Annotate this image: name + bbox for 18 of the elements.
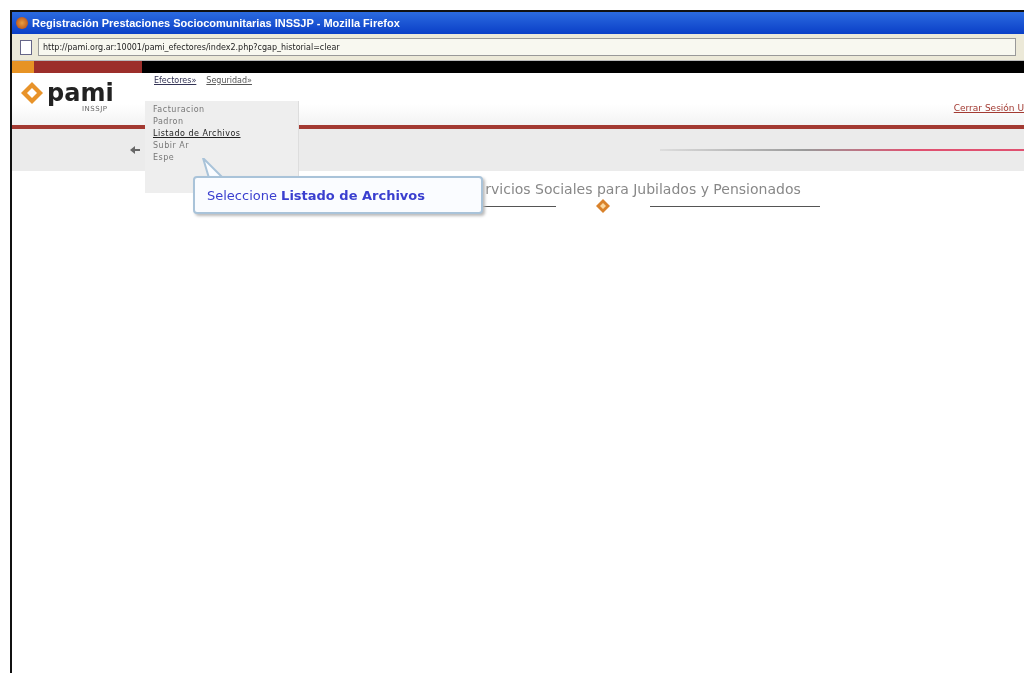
- address-field[interactable]: http://pami.org.ar:10001/pami_efectores/index2.php?cgap_historial=clear: [38, 38, 1016, 56]
- dropdown-item[interactable]: Subir Ar: [153, 141, 290, 150]
- tooltip-text: Seleccione Listado de Archivos: [207, 187, 425, 203]
- logo-text: pami: [47, 81, 114, 105]
- dropdown-item[interactable]: Listado de Archivos: [153, 129, 290, 138]
- diamond-icon: [596, 199, 610, 213]
- page-icon: [20, 39, 32, 55]
- menu-item[interactable]: Seguridad»: [206, 76, 252, 90]
- menu-item[interactable]: Efectores»: [154, 76, 197, 90]
- arrow-icon[interactable]: [130, 146, 140, 154]
- logout-link[interactable]: Cerrar Sesión U: [953, 103, 1024, 113]
- browser-icon: [16, 17, 28, 29]
- heading: rvicios Sociales para Jubilados y Pensionados: [485, 181, 801, 197]
- window-title: Registración Prestaciones Sociocomunitarias INSSJP - Mozilla Firefox: [32, 17, 400, 29]
- diamond-logo-icon: [20, 81, 44, 105]
- dropdown-item[interactable]: Padron: [153, 117, 290, 126]
- dropdown-item[interactable]: Espe: [153, 153, 290, 162]
- dropdown-item[interactable]: Facturacion: [153, 105, 290, 114]
